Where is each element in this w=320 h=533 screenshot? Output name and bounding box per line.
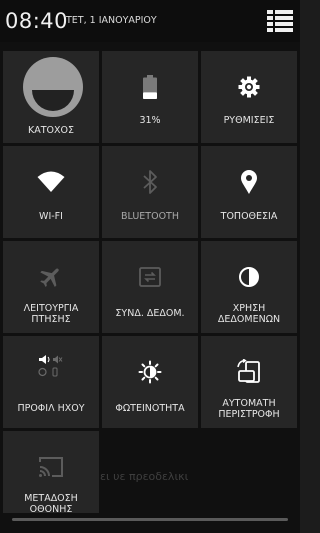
tile-battery[interactable]: 31% bbox=[102, 51, 198, 143]
tile-data-sync[interactable]: ΣΥΝΔ. ΔΕΔΟΜ. bbox=[102, 241, 198, 333]
tile-brightness[interactable]: ΦΩΤΕΙΝΟΤΗΤΑ bbox=[102, 336, 198, 428]
tile-wifi[interactable]: WI-FI bbox=[3, 146, 99, 238]
background-notification-line1: ει υε πρεοδελικι bbox=[100, 470, 189, 483]
date: ΤΕΤ, 1 ΙΑΝΟΥΑΡΙΟΥ bbox=[66, 15, 157, 26]
tile-cast-label-line2: ΟΘΟΝΗΣ bbox=[29, 504, 73, 515]
background-notification: ει υε πρεοδελικι bbox=[100, 470, 300, 483]
tile-airplane-mode[interactable]: ΛΕΙΤΟΥΡΓΙΑ ΠΤΗΣΗΣ bbox=[3, 241, 99, 333]
quick-settings-panel: ει υε πρεοδελικι ΚΑΤΟΧΟΣ 31% ΡΥΘΜΙΣΕΙΣ W… bbox=[0, 42, 300, 533]
gear-icon bbox=[238, 76, 260, 98]
tile-battery-label: 31% bbox=[139, 115, 161, 126]
panel-drag-handle[interactable] bbox=[12, 518, 288, 521]
tile-bluetooth-label: BLUETOOTH bbox=[121, 211, 179, 222]
volume-icon bbox=[38, 355, 63, 377]
pie-chart-icon bbox=[239, 267, 259, 287]
sync-icon bbox=[139, 267, 161, 287]
tile-location-label: ΤΟΠΟΘΕΣΙΑ bbox=[220, 211, 278, 222]
tile-auto-rotate-label-line1: ΑΥΤΟΜΑΤΗ bbox=[222, 398, 276, 409]
tile-airplane-label-line1: ΛΕΙΤΟΥΡΓΙΑ bbox=[23, 303, 79, 314]
avatar-icon bbox=[23, 57, 83, 117]
status-bar: 08:40 ΤΕΤ, 1 ΙΑΝΟΥΑΡΙΟΥ bbox=[0, 0, 300, 42]
tile-auto-rotate-label-line2: ΠΕΡΙΣΤΡΟΦΗ bbox=[218, 409, 280, 420]
tile-wifi-label: WI-FI bbox=[39, 211, 63, 222]
tile-airplane-label-line2: ΠΤΗΣΗΣ bbox=[31, 314, 71, 325]
location-pin-icon bbox=[241, 170, 257, 194]
tile-data-usage[interactable]: ΧΡΗΣΗ ΔΕΔΟΜΕΝΩΝ bbox=[201, 241, 297, 333]
tile-owner-label: ΚΑΤΟΧΟΣ bbox=[28, 125, 74, 136]
tile-sound-profile-label: ΠΡΟΦΙΛ ΗΧΟΥ bbox=[17, 403, 85, 414]
tile-cast-label-line1: ΜΕΤΑΔΟΣΗ bbox=[24, 493, 78, 504]
tile-settings-label: ΡΥΘΜΙΣΕΙΣ bbox=[223, 115, 275, 126]
tile-data-usage-label-line2: ΔΕΔΟΜΕΝΩΝ bbox=[217, 314, 281, 325]
tile-cast-screen[interactable]: ΜΕΤΑΔΟΣΗ ΟΘΟΝΗΣ bbox=[3, 431, 99, 515]
tile-settings[interactable]: ΡΥΘΜΙΣΕΙΣ bbox=[201, 51, 297, 143]
tile-location[interactable]: ΤΟΠΟΘΕΣΙΑ bbox=[201, 146, 297, 238]
cast-icon bbox=[39, 457, 63, 477]
tile-owner[interactable]: ΚΑΤΟΧΟΣ bbox=[3, 51, 99, 143]
sun-icon bbox=[138, 360, 162, 384]
bluetooth-icon bbox=[143, 170, 157, 194]
tile-bluetooth[interactable]: BLUETOOTH bbox=[102, 146, 198, 238]
tile-auto-rotate[interactable]: ΑΥΤΟΜΑΤΗ ΠΕΡΙΣΤΡΟΦΗ bbox=[201, 336, 297, 428]
airplane-icon bbox=[40, 268, 59, 287]
clock: 08:40 bbox=[5, 9, 69, 33]
list-icon bbox=[267, 10, 293, 32]
switch-view-button[interactable] bbox=[267, 9, 293, 33]
wifi-icon bbox=[37, 171, 65, 192]
rotate-icon bbox=[237, 359, 260, 383]
battery-icon bbox=[143, 75, 157, 99]
tile-data-usage-label-line1: ΧΡΗΣΗ bbox=[232, 303, 266, 314]
tile-sound-profile[interactable]: ΠΡΟΦΙΛ ΗΧΟΥ bbox=[3, 336, 99, 428]
tile-data-sync-label: ΣΥΝΔ. ΔΕΔΟΜ. bbox=[115, 308, 185, 319]
tile-brightness-label: ΦΩΤΕΙΝΟΤΗΤΑ bbox=[115, 403, 185, 414]
